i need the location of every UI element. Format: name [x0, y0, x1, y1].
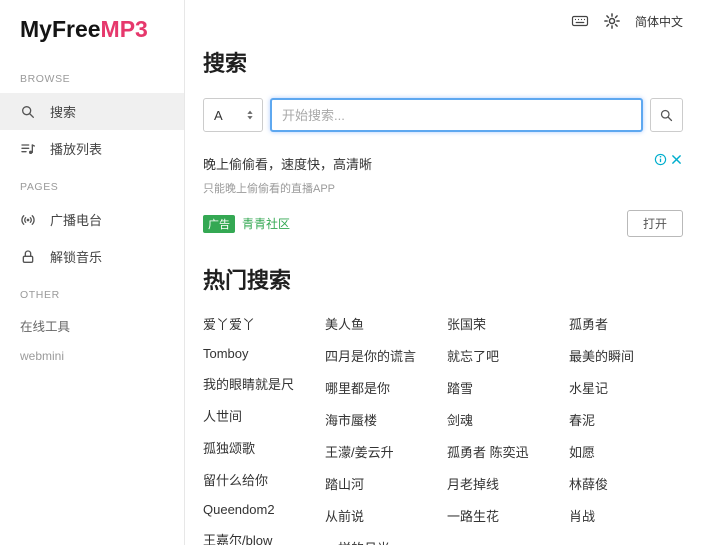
- lock-icon: [20, 249, 36, 265]
- ad-badge: 广告: [203, 215, 235, 233]
- hot-search-item[interactable]: 人世间: [203, 399, 317, 431]
- hot-search-column: 爱丫爱丫Tomboy我的眼睛就是尺人世间孤独颂歌留什么给你Queendom2王嘉…: [203, 307, 317, 545]
- radio-icon: [20, 212, 36, 228]
- hot-search-item[interactable]: 孤勇者 陈奕迅: [447, 435, 561, 467]
- hot-search-item[interactable]: Queendom2: [203, 495, 317, 523]
- sidebar-item-online-tools[interactable]: 在线工具: [0, 309, 184, 342]
- hot-search-item[interactable]: 我的眼睛就是尺: [203, 367, 317, 399]
- hot-search-item[interactable]: 就忘了吧: [447, 339, 561, 371]
- hot-search-column: 孤勇者最美的瞬间水星记春泥如愿林薛俊肖战: [569, 307, 683, 545]
- sidebar-item-label: 解锁音乐: [50, 247, 102, 266]
- content: 搜索 A 晚上偷偷看，速度快，高清晰: [185, 30, 701, 545]
- hot-search-item[interactable]: Tomboy: [203, 339, 317, 367]
- source-select[interactable]: A: [203, 98, 263, 132]
- hot-search-item[interactable]: 四月是你的谎言: [325, 339, 439, 371]
- unfold-arrows-icon: [243, 108, 257, 122]
- hot-search-title: 热门搜索: [203, 263, 683, 295]
- ad-footer-row: 广告 青青社区 打开: [203, 210, 683, 237]
- topbar: 简体中文: [185, 0, 701, 30]
- sidebar-item-label: 广播电台: [50, 210, 102, 229]
- hot-search-item[interactable]: 张国荣: [447, 307, 561, 339]
- ad-attribution: 广告 青青社区: [203, 215, 290, 233]
- hot-search-item[interactable]: 剑魂: [447, 403, 561, 435]
- hot-search-item[interactable]: 王嘉尔/blow: [203, 523, 317, 545]
- hot-search-item[interactable]: 留什么给你: [203, 463, 317, 495]
- ad-close-icon[interactable]: [670, 153, 683, 166]
- sidebar-item-label: 播放列表: [50, 139, 102, 158]
- sidebar-section-pages: PAGES: [0, 167, 184, 201]
- hot-search-item[interactable]: 踏雪: [447, 371, 561, 403]
- logo[interactable]: MyFreeMP3: [0, 8, 184, 59]
- hot-search-item[interactable]: 从前说: [325, 499, 439, 531]
- hot-search-item[interactable]: 孤勇者: [569, 307, 683, 339]
- main-area: 简体中文 搜索 A 晚上偷偷看，速度快，高清晰: [185, 0, 701, 545]
- logo-text-primary: MyFree: [20, 16, 101, 42]
- ad-block: 晚上偷偷看，速度快，高清晰 只能晚上偷偷看的直播APP 广告 青青社区 打开: [203, 154, 683, 237]
- hot-search-item[interactable]: 爱丫爱丫: [203, 307, 317, 339]
- hot-search-item[interactable]: 春泥: [569, 403, 683, 435]
- hot-search-item[interactable]: 肖战: [569, 499, 683, 531]
- ad-controls: [654, 153, 683, 166]
- hot-search-grid: 爱丫爱丫Tomboy我的眼睛就是尺人世间孤独颂歌留什么给你Queendom2王嘉…: [203, 307, 683, 545]
- hot-search-item[interactable]: 美人鱼: [325, 307, 439, 339]
- hot-search-item[interactable]: 月老掉线: [447, 467, 561, 499]
- logo-text-accent: MP3: [101, 16, 148, 42]
- sidebar-item-playlist[interactable]: 播放列表: [0, 130, 184, 167]
- hot-search-item[interactable]: 一路生花: [447, 499, 561, 531]
- hot-search-item[interactable]: 林薛俊: [569, 467, 683, 499]
- hot-search-column: 美人鱼四月是你的谎言哪里都是你海市蜃楼王濛/姜云升踏山河从前说一样的月光: [325, 307, 439, 545]
- sidebar-item-unlock-music[interactable]: 解锁音乐: [0, 238, 184, 275]
- hot-search-item[interactable]: 孤独颂歌: [203, 431, 317, 463]
- playlist-icon: [20, 141, 36, 157]
- ad-advertiser[interactable]: 青青社区: [242, 215, 290, 232]
- hot-search-item[interactable]: 最美的瞬间: [569, 339, 683, 371]
- ad-open-button[interactable]: 打开: [627, 210, 683, 237]
- sidebar-section-other: OTHER: [0, 275, 184, 309]
- hot-search-item[interactable]: 王濛/姜云升: [325, 435, 439, 467]
- ad-subline[interactable]: 只能晚上偷偷看的直播APP: [203, 180, 683, 196]
- gear-icon[interactable]: [603, 12, 621, 30]
- sidebar-item-webmini[interactable]: webmini: [0, 342, 184, 370]
- hot-search-item[interactable]: 踏山河: [325, 467, 439, 499]
- app-window: MyFreeMP3 BROWSE 搜索 播放列表 PAGES 广播电台: [0, 0, 701, 545]
- search-button[interactable]: [650, 98, 683, 132]
- search-row: A: [203, 98, 683, 132]
- sidebar-item-radio[interactable]: 广播电台: [0, 201, 184, 238]
- language-switcher[interactable]: 简体中文: [635, 13, 683, 30]
- search-icon: [20, 104, 36, 120]
- hot-search-item[interactable]: 海市蜃楼: [325, 403, 439, 435]
- source-select-value: A: [214, 108, 223, 123]
- search-input[interactable]: [270, 98, 643, 132]
- hot-search-item[interactable]: 如愿: [569, 435, 683, 467]
- hot-search-column: 张国荣就忘了吧踏雪剑魂孤勇者 陈奕迅月老掉线一路生花: [447, 307, 561, 545]
- sidebar-item-label: 搜索: [50, 102, 76, 121]
- sidebar: MyFreeMP3 BROWSE 搜索 播放列表 PAGES 广播电台: [0, 0, 185, 545]
- sidebar-item-search[interactable]: 搜索: [0, 93, 184, 130]
- ad-headline[interactable]: 晚上偷偷看，速度快，高清晰: [203, 154, 683, 173]
- search-icon: [659, 108, 674, 123]
- sidebar-section-browse: BROWSE: [0, 59, 184, 93]
- hot-search-item[interactable]: 水星记: [569, 371, 683, 403]
- hot-search-item[interactable]: 哪里都是你: [325, 371, 439, 403]
- hot-search-item[interactable]: 一样的月光: [325, 531, 439, 545]
- page-title: 搜索: [203, 46, 683, 78]
- keyboard-icon[interactable]: [571, 12, 589, 30]
- adchoices-icon[interactable]: [654, 153, 667, 166]
